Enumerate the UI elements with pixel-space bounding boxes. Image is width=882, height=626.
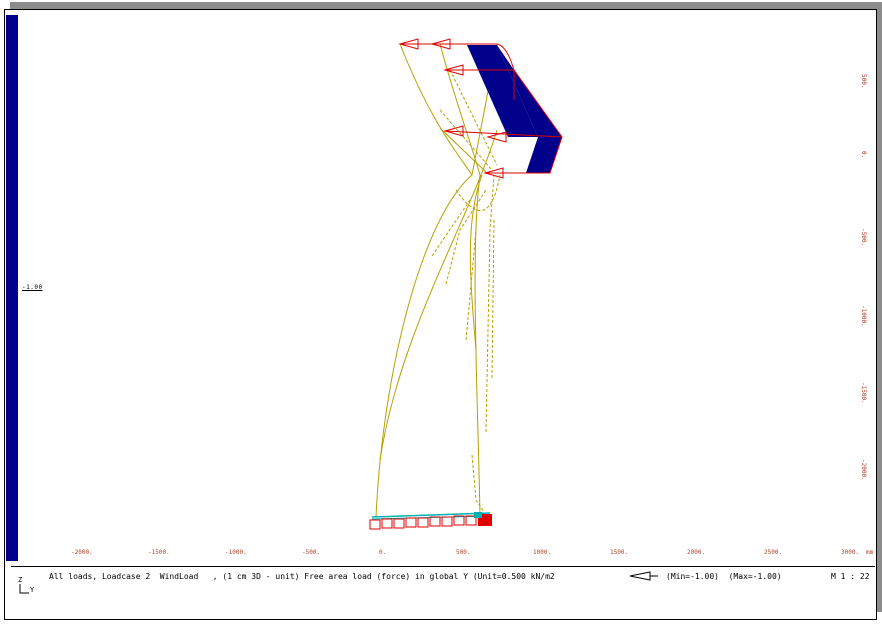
x-tick-label: -1000. <box>225 549 247 556</box>
x-tick-label: 1500. <box>610 549 628 556</box>
x-tick-label: -1500. <box>148 549 170 556</box>
x-tick-label: 1000. <box>533 549 551 556</box>
arrow-legend-icon <box>629 571 658 581</box>
x-axis-ticks: -2000. -1500. -1000. -500. 0. 500. 1000. 1500. 2… <box>71 549 859 556</box>
x-tick-label: -500. <box>302 549 320 556</box>
x-tick-label: 2500. <box>764 549 782 556</box>
x-tick-label: 500. <box>456 549 470 556</box>
status-description: All loads, Loadcase 2 WindLoad , (1 cm 3… <box>49 572 555 581</box>
wind-load-area <box>467 45 562 173</box>
member-right-leg <box>439 43 481 518</box>
y-tick-label: -2000. <box>860 459 867 481</box>
x-tick-label: 2000. <box>687 549 705 556</box>
x-axis-unit: mm <box>866 549 874 556</box>
structural-viewport[interactable]: -2000. -1500. -1000. -500. 0. 500. 1000. 1500. 2… <box>0 0 882 626</box>
x-tick-label: 0. <box>379 549 386 556</box>
y-tick-label: 500. <box>860 74 867 88</box>
status-minmax: (Min=-1.00) (Max=-1.00) <box>666 572 782 581</box>
y-tick-label: -500. <box>860 228 867 246</box>
y-tick-label: 0. <box>860 151 867 158</box>
axis-triad-icon <box>19 584 29 594</box>
x-tick-label: -2000. <box>71 549 93 556</box>
y-tick-label: -1000. <box>860 305 867 327</box>
member-brace <box>379 129 498 461</box>
base-support <box>369 512 492 530</box>
member-left-leg <box>375 43 473 518</box>
member-brace <box>469 174 483 351</box>
structure-members <box>375 43 498 518</box>
status-scale: M 1 : 22 <box>831 572 870 581</box>
x-tick-label: 3000. <box>841 549 859 556</box>
y-tick-label: -1500. <box>860 382 867 404</box>
y-axis-ticks: 500. 0. -500. -1000. -1500. -2000. <box>860 74 867 481</box>
